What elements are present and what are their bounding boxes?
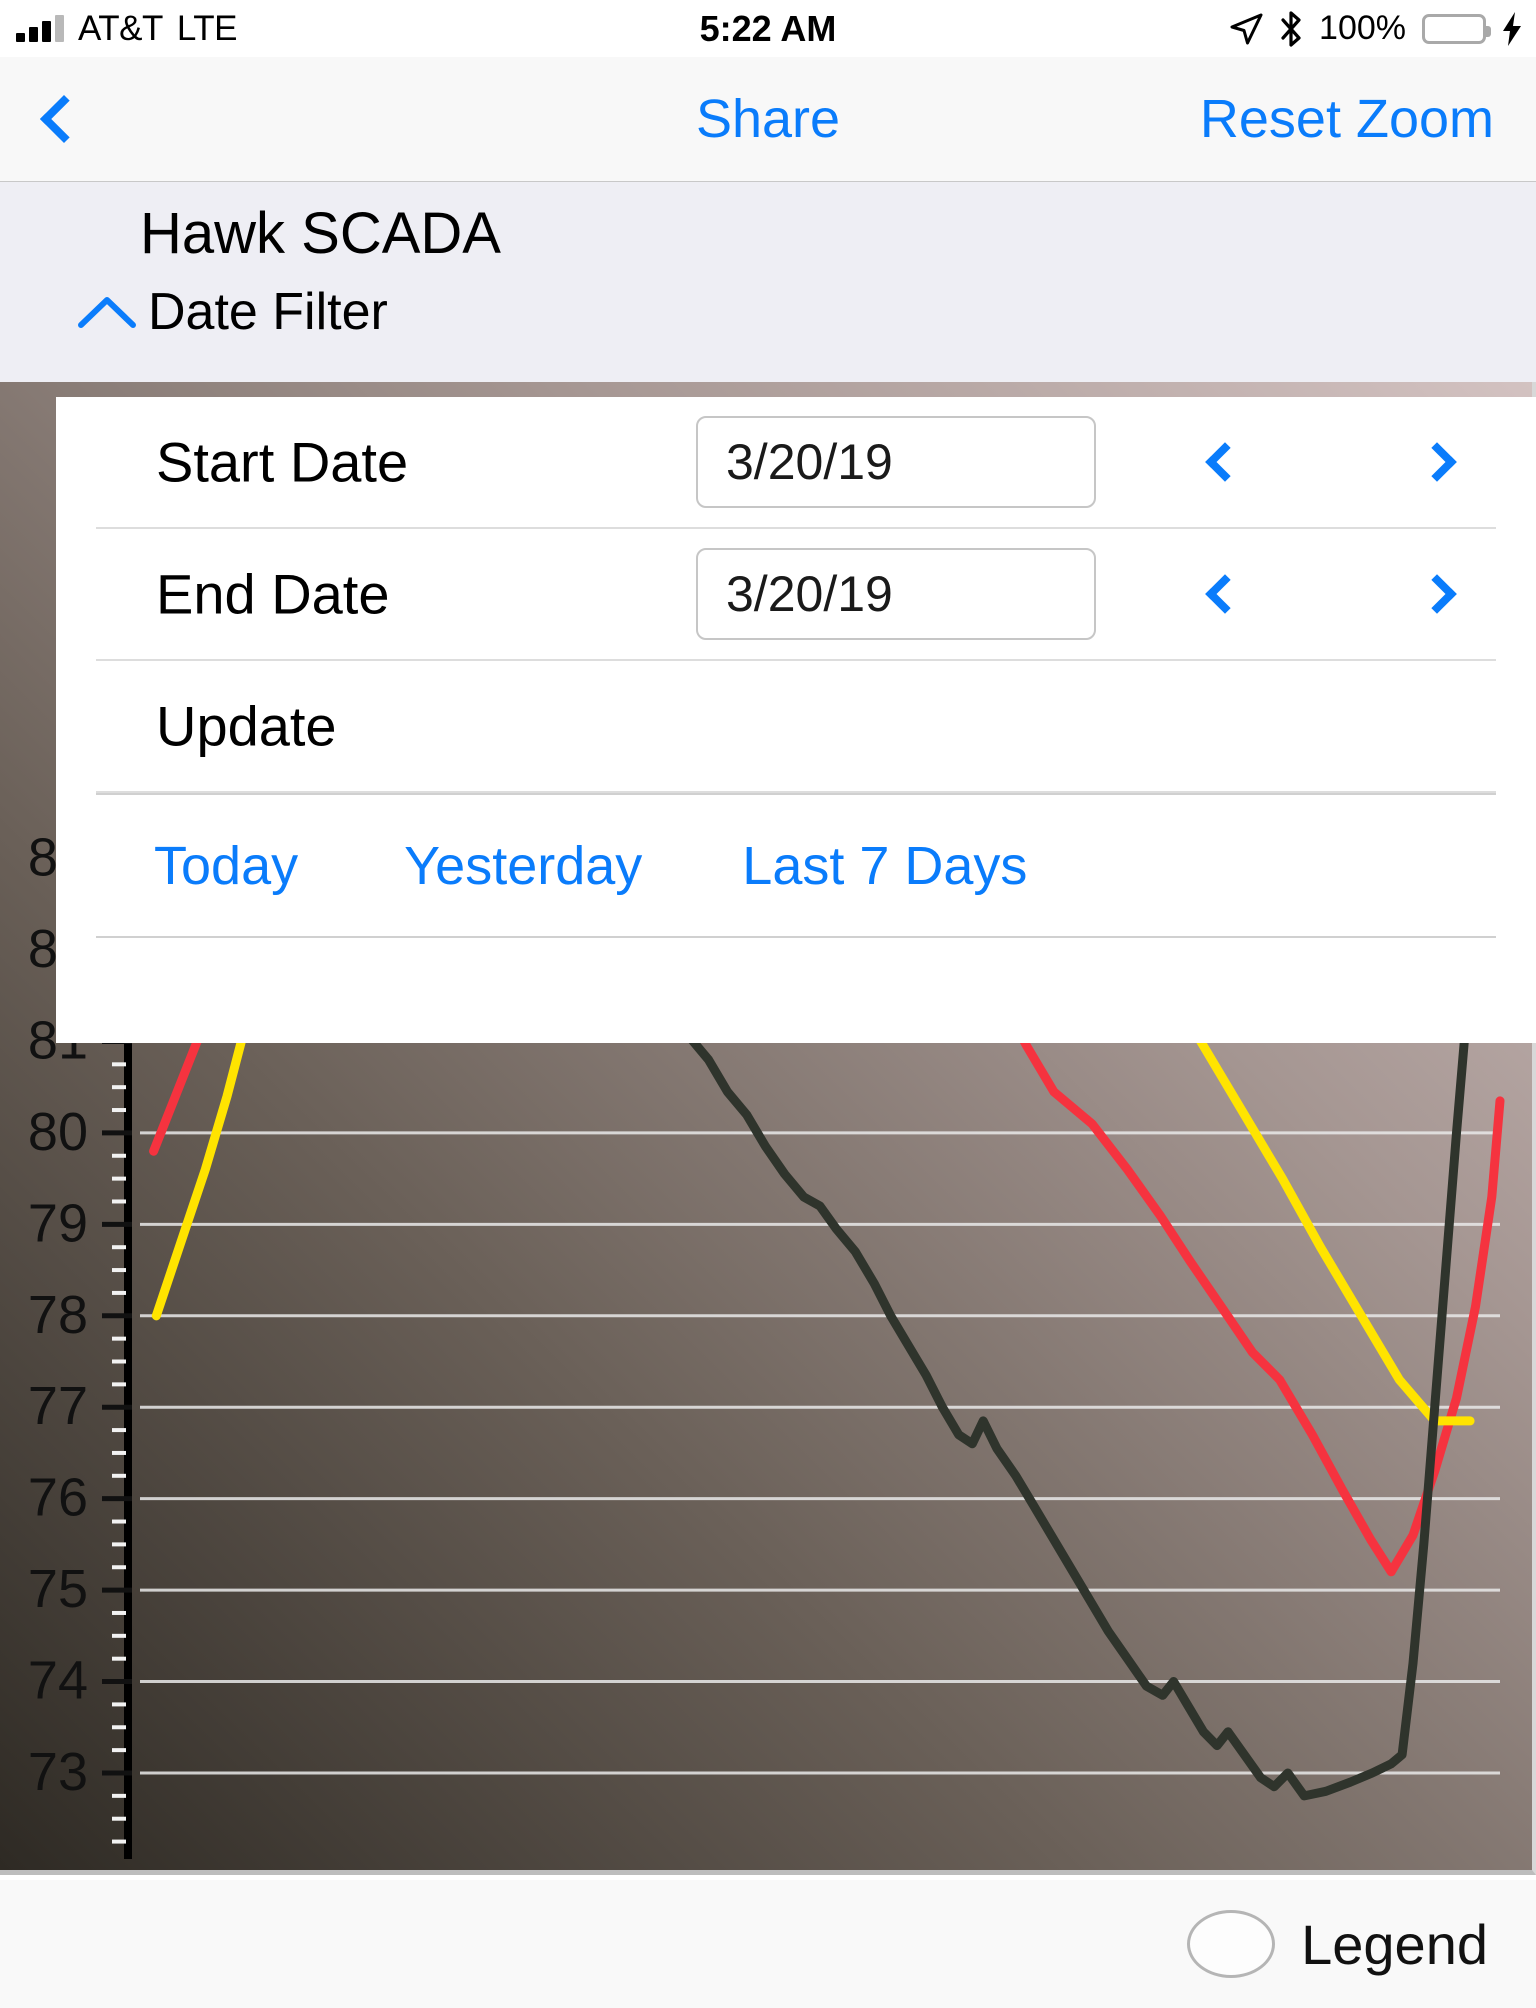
start-date-row: Start Date 3/20/19 xyxy=(96,397,1496,529)
battery-icon xyxy=(1422,13,1491,44)
update-button[interactable]: Update xyxy=(156,694,337,759)
svg-text:74: 74 xyxy=(28,1651,88,1711)
date-filter-label: Date Filter xyxy=(148,283,388,341)
svg-text:79: 79 xyxy=(28,1193,88,1253)
svg-text:73: 73 xyxy=(28,1742,88,1802)
legend-label: Legend xyxy=(1301,1912,1488,1976)
quick-range-last7days-button[interactable]: Last 7 Days xyxy=(742,835,1027,897)
chevron-left-icon xyxy=(39,94,89,144)
end-date-label: End Date xyxy=(156,562,390,626)
chevron-right-icon xyxy=(1417,442,1457,482)
chevron-right-icon xyxy=(1417,574,1457,614)
end-date-prev-button[interactable] xyxy=(1176,549,1266,639)
location-arrow-icon xyxy=(1229,12,1263,46)
legend-toggle[interactable]: Legend xyxy=(1187,1910,1488,1978)
panel-spacer xyxy=(56,938,1536,1032)
end-date-next-button[interactable] xyxy=(1396,549,1486,639)
svg-text:78: 78 xyxy=(28,1285,88,1345)
chevron-left-icon xyxy=(1205,442,1245,482)
navigation-bar: Share Reset Zoom xyxy=(0,57,1536,182)
bottom-bar: Legend xyxy=(0,1880,1536,2008)
back-button[interactable] xyxy=(24,79,94,159)
svg-text:77: 77 xyxy=(28,1376,88,1436)
header-block: Hawk SCADA Date Filter xyxy=(0,182,1536,382)
quick-range-today-button[interactable]: Today xyxy=(154,835,298,897)
start-date-next-button[interactable] xyxy=(1396,417,1486,507)
battery-percent-label: 100% xyxy=(1319,9,1406,47)
end-date-row: End Date 3/20/19 xyxy=(96,529,1496,661)
start-date-input[interactable]: 3/20/19 xyxy=(696,416,1096,508)
start-date-label: Start Date xyxy=(156,430,409,494)
bluetooth-icon xyxy=(1279,10,1303,47)
circle-toggle-icon[interactable] xyxy=(1187,1910,1276,1978)
date-filter-toggle[interactable]: Date Filter xyxy=(78,282,388,342)
share-button[interactable]: Share xyxy=(696,88,840,150)
start-date-prev-button[interactable] xyxy=(1176,417,1266,507)
clock-label: 5:22 AM xyxy=(699,7,837,49)
svg-text:80: 80 xyxy=(28,1102,88,1162)
page-title: Hawk SCADA xyxy=(140,201,501,266)
quick-range-row: Today Yesterday Last 7 Days xyxy=(96,793,1496,938)
quick-range-yesterday-button[interactable]: Yesterday xyxy=(404,835,642,897)
lightning-bolt-icon xyxy=(1502,11,1522,46)
status-bar: AT&T LTE 5:22 AM 100% xyxy=(0,0,1536,57)
svg-text:76: 76 xyxy=(28,1468,88,1528)
svg-text:75: 75 xyxy=(28,1559,88,1619)
app-root: AT&T LTE 5:22 AM 100% Share Reset Zoom H… xyxy=(0,0,1536,2008)
chevron-left-icon xyxy=(1205,574,1245,614)
date-filter-panel: Start Date 3/20/19 End Date 3/20/19 Upda… xyxy=(56,397,1536,1043)
update-row[interactable]: Update xyxy=(96,661,1496,793)
end-date-input[interactable]: 3/20/19 xyxy=(696,548,1096,640)
status-bar-right: 100% xyxy=(1229,0,1522,57)
reset-zoom-button[interactable]: Reset Zoom xyxy=(1200,88,1494,150)
chevron-up-icon xyxy=(78,296,136,328)
